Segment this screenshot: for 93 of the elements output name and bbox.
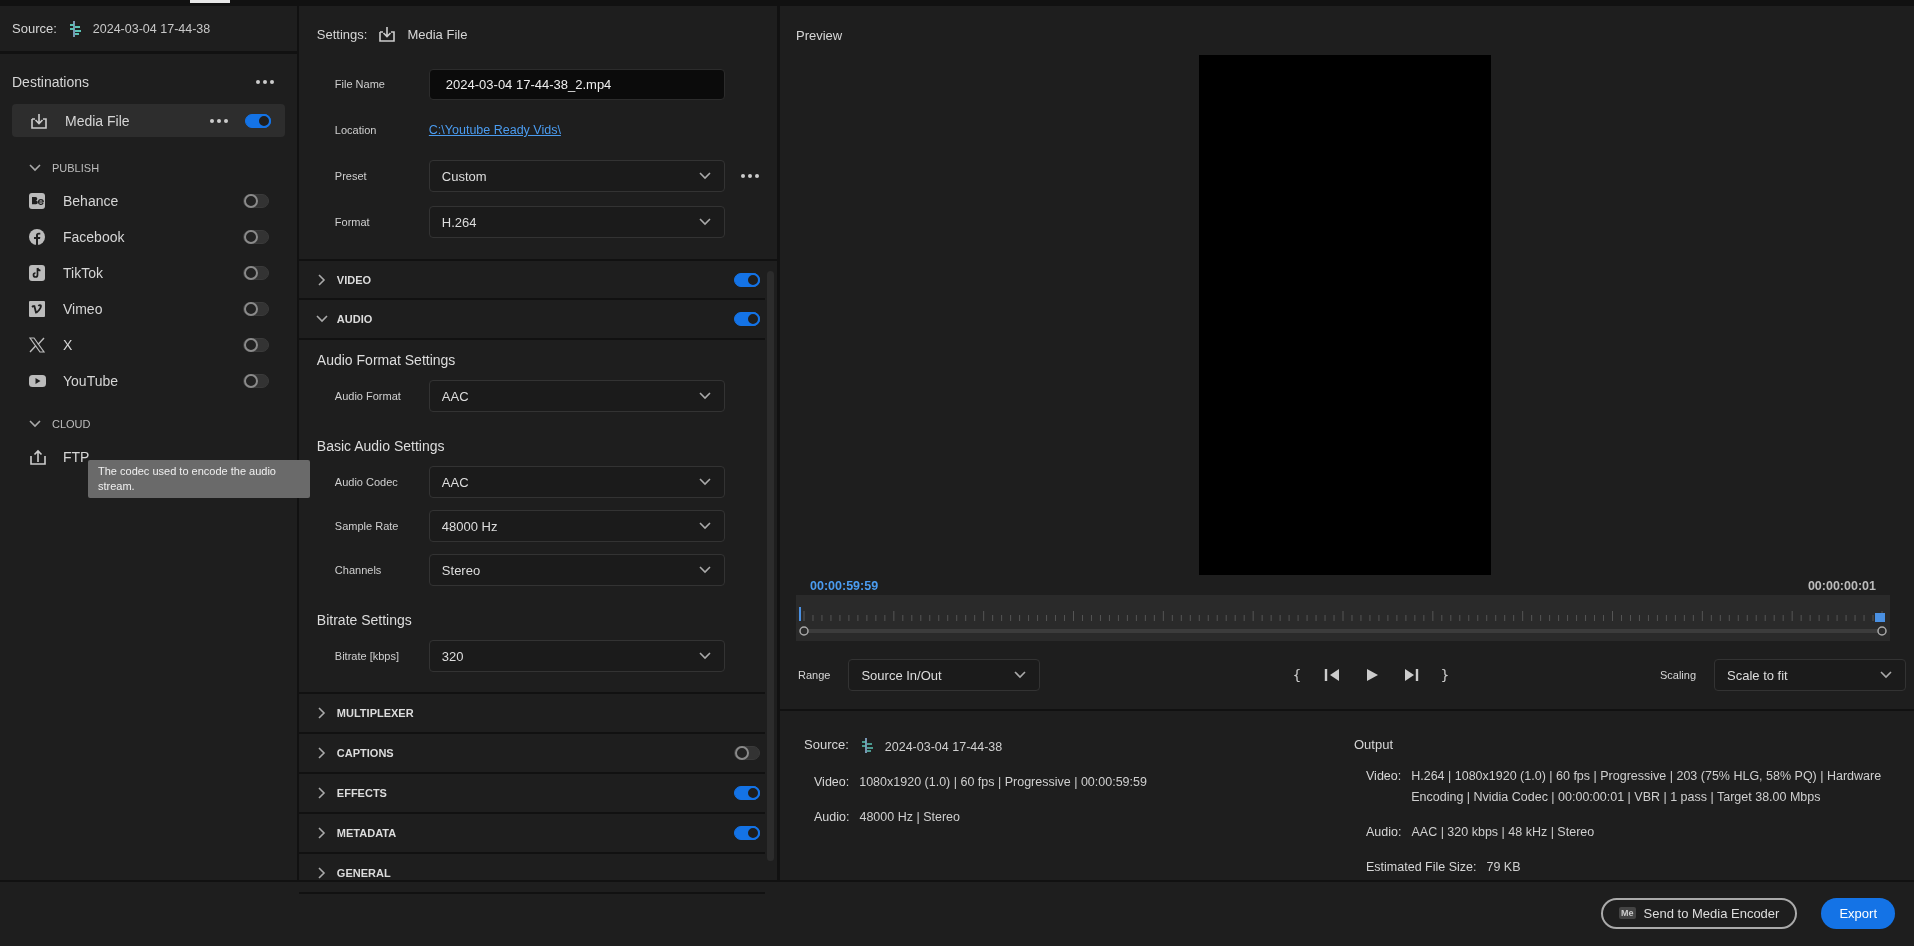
field-label: Audio Format [334, 390, 402, 402]
toggle-switch[interactable] [734, 786, 760, 800]
x-logo-icon [28, 336, 47, 354]
tooltip: The codec used to encode the audio stream. [88, 460, 310, 498]
info-label: Audio: [814, 809, 850, 826]
app-badge-icon: Me [1619, 907, 1636, 919]
info-label: Source: [804, 737, 849, 752]
section-header[interactable]: MULTIPLEXER [298, 706, 414, 720]
group-title: Audio Format Settings [315, 351, 457, 370]
field-label: Bitrate [kbps] [334, 650, 401, 662]
info-label: Video: [1366, 768, 1402, 785]
settings-destination: Media File [407, 26, 468, 42]
location-link[interactable]: C:\Youtube Ready Vids\ [428, 123, 561, 137]
tiktok-logo-icon [28, 264, 47, 282]
dropdown[interactable]: H.264 [428, 206, 725, 238]
group-title: Basic Audio Settings [315, 437, 446, 456]
toggle-switch[interactable] [242, 194, 269, 208]
settings-label: Settings: [316, 26, 368, 42]
facebook-logo-icon [28, 228, 47, 246]
toggle-switch[interactable] [734, 312, 760, 326]
step-back-icon[interactable] [1323, 667, 1341, 683]
section-header[interactable]: VIDEO [298, 272, 372, 287]
info-label: Estimated File Size: [1366, 859, 1477, 876]
toggle-switch[interactable] [734, 272, 760, 287]
info-value: AAC | 320 kbps | 48 kHz | Stereo [1411, 824, 1595, 841]
export-file-icon [377, 25, 398, 43]
dropdown[interactable]: AAC [428, 380, 725, 412]
info-value: 79 KB [1486, 859, 1521, 876]
toggle-switch[interactable] [734, 826, 760, 840]
group-title: Bitrate Settings [315, 611, 413, 630]
info-value: 48000 Hz | Stereo [859, 809, 960, 826]
info-title: Output [1354, 737, 1395, 752]
dropdown[interactable]: Stereo [428, 554, 725, 586]
dropdown[interactable]: Custom [428, 160, 725, 192]
section-header[interactable]: METADATA [298, 826, 397, 840]
panel-title: Destinations [12, 74, 90, 90]
destination-item[interactable]: Media File [12, 104, 285, 137]
info-value: H.264 | 1080x1920 (1.0) | 60 fps | Progressive | 203 (75% HLG, 58% PQ) | Hardware Encoding | Nvidia Codec | 00:00:00:01 | VBR | 1 pass | Target 38.00 Mbps [1411, 768, 1883, 806]
toggle-switch[interactable] [734, 746, 760, 760]
info-value: 2024-03-04 17-44-38 [884, 739, 1003, 756]
scaling-dropdown[interactable]: Scale to fit [1714, 659, 1906, 691]
field-label: Channels [334, 564, 383, 576]
destination-label[interactable]: Behance [63, 193, 227, 209]
dropdown[interactable]: 320 [428, 640, 725, 672]
range-dropdown[interactable]: Source In/Out [848, 659, 1041, 691]
destination-label[interactable]: X [63, 337, 227, 353]
more-options-icon[interactable] [254, 79, 275, 85]
field-label: Preset [334, 170, 368, 182]
source-label: Source: [12, 21, 57, 36]
destination-label[interactable]: Facebook [63, 229, 227, 245]
upload-icon [28, 448, 47, 466]
field-label: Range [798, 669, 831, 681]
toggle-switch[interactable] [244, 113, 271, 128]
info-value: 1080x1920 (1.0) | 60 fps | Progressive | 00:00:59:59 [859, 774, 1147, 791]
section-header[interactable]: AUDIO [298, 312, 373, 326]
youtube-logo-icon [28, 372, 47, 390]
field-label: Scaling [1659, 669, 1696, 681]
group-header[interactable]: CLOUD [0, 399, 160, 439]
behance-logo-icon [28, 192, 47, 210]
dropdown[interactable]: 48000 Hz [428, 510, 725, 542]
dropdown[interactable]: AAC [428, 466, 725, 498]
send-button[interactable]: Me Send to Media Encoder [1601, 897, 1798, 929]
timecode: 00:00:00:01 [1807, 579, 1876, 593]
info-label: Video: [814, 774, 850, 791]
toggle-switch[interactable] [242, 302, 269, 316]
toggle-switch[interactable] [242, 374, 269, 388]
export-file-icon [29, 111, 49, 130]
section-header[interactable]: GENERAL [298, 866, 391, 880]
field-label: Format [334, 216, 371, 228]
field-label: Sample Rate [334, 520, 400, 532]
source-name: 2024-03-04 17-44-38 [92, 21, 211, 36]
toggle-switch[interactable] [242, 230, 269, 244]
more-options-icon[interactable] [739, 173, 760, 179]
more-options-icon[interactable] [208, 117, 229, 124]
vimeo-logo-icon [28, 300, 47, 318]
mark-button[interactable]: } [1440, 667, 1450, 683]
destination-label[interactable]: TikTok [63, 265, 227, 281]
timecode: 00:00:59:59 [810, 579, 879, 593]
group-header[interactable]: PUBLISH [0, 143, 160, 183]
toggle-switch[interactable] [242, 338, 269, 352]
toggle-switch[interactable] [242, 266, 269, 280]
field-label: File Name [334, 78, 386, 90]
mark-button[interactable]: { [1292, 667, 1302, 683]
field-label: Audio Codec [334, 476, 399, 488]
destination-label[interactable]: Vimeo [63, 301, 227, 317]
panel-title: Preview [796, 27, 844, 45]
field-label: Location [334, 124, 378, 136]
section-header[interactable]: CAPTIONS [298, 746, 394, 760]
file-name-field[interactable]: 2024-03-04 17-44-38_2.mp4 [428, 68, 725, 100]
info-label: Audio: [1366, 824, 1402, 841]
destination-label[interactable]: YouTube [63, 373, 227, 389]
export-button[interactable]: Export [1821, 897, 1895, 929]
section-header[interactable]: EFFECTS [298, 786, 387, 800]
